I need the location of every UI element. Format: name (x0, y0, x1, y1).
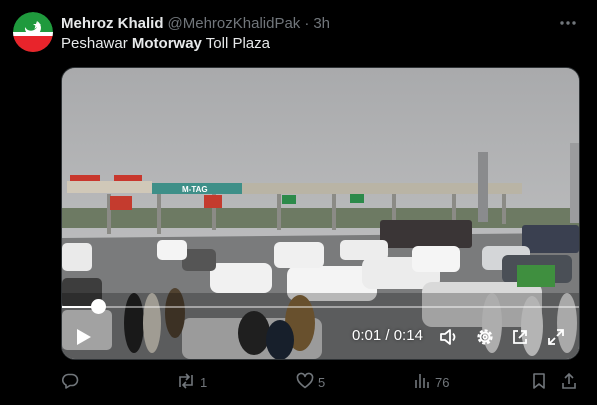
like-icon (296, 372, 314, 393)
tweet-header: Mehroz Khalid @MehrozKhalidPak · 3h (61, 13, 577, 33)
share-button[interactable] (560, 372, 578, 392)
time-separator: / (385, 327, 390, 344)
share-icon (560, 372, 578, 393)
progress-scrubber[interactable] (91, 299, 106, 314)
reply-icon (61, 372, 79, 393)
scene-sign-mtag: M-TAG (182, 185, 208, 194)
video-player[interactable]: M-TAG 0:01 / 0:14 (61, 67, 580, 360)
progress-track[interactable] (62, 306, 579, 308)
bookmark-button[interactable] (531, 372, 547, 392)
repost-count: 1 (200, 374, 208, 390)
tweet-text: Peshawar Motorway Toll Plaza (61, 35, 270, 52)
like-button[interactable]: 5 (296, 372, 325, 392)
tweet-actions: 1 5 76 (61, 372, 581, 392)
tweet-text-before: Peshawar (61, 35, 132, 52)
views-icon (413, 372, 431, 393)
video-timecode: 0:01 / 0:14 (352, 327, 423, 344)
play-icon[interactable] (74, 327, 94, 347)
author-handle[interactable]: @MehrozKhalidPak (168, 15, 301, 32)
video-frame: M-TAG (62, 68, 579, 359)
reply-button[interactable] (61, 372, 83, 392)
views-button[interactable]: 76 (413, 372, 449, 392)
pop-out-icon[interactable] (509, 326, 531, 348)
repost-icon (176, 372, 196, 393)
settings-icon[interactable] (474, 326, 496, 348)
like-count: 5 (318, 374, 326, 390)
current-time: 0:01 (352, 327, 382, 344)
fullscreen-icon[interactable] (545, 326, 567, 348)
bookmark-icon (531, 372, 547, 393)
repost-button[interactable]: 1 (176, 372, 207, 392)
tweet-text-bold: Motorway (131, 35, 202, 52)
views-count: 76 (435, 374, 450, 390)
tweet-text-after: Toll Plaza (201, 35, 270, 52)
volume-icon[interactable] (438, 326, 460, 348)
avatar[interactable] (13, 12, 53, 52)
separator-dot: · (304, 14, 310, 32)
duration: 0:14 (393, 327, 423, 344)
author-name[interactable]: Mehroz Khalid (61, 15, 164, 32)
timestamp[interactable]: 3h (313, 15, 330, 32)
more-options-icon[interactable] (557, 12, 579, 34)
